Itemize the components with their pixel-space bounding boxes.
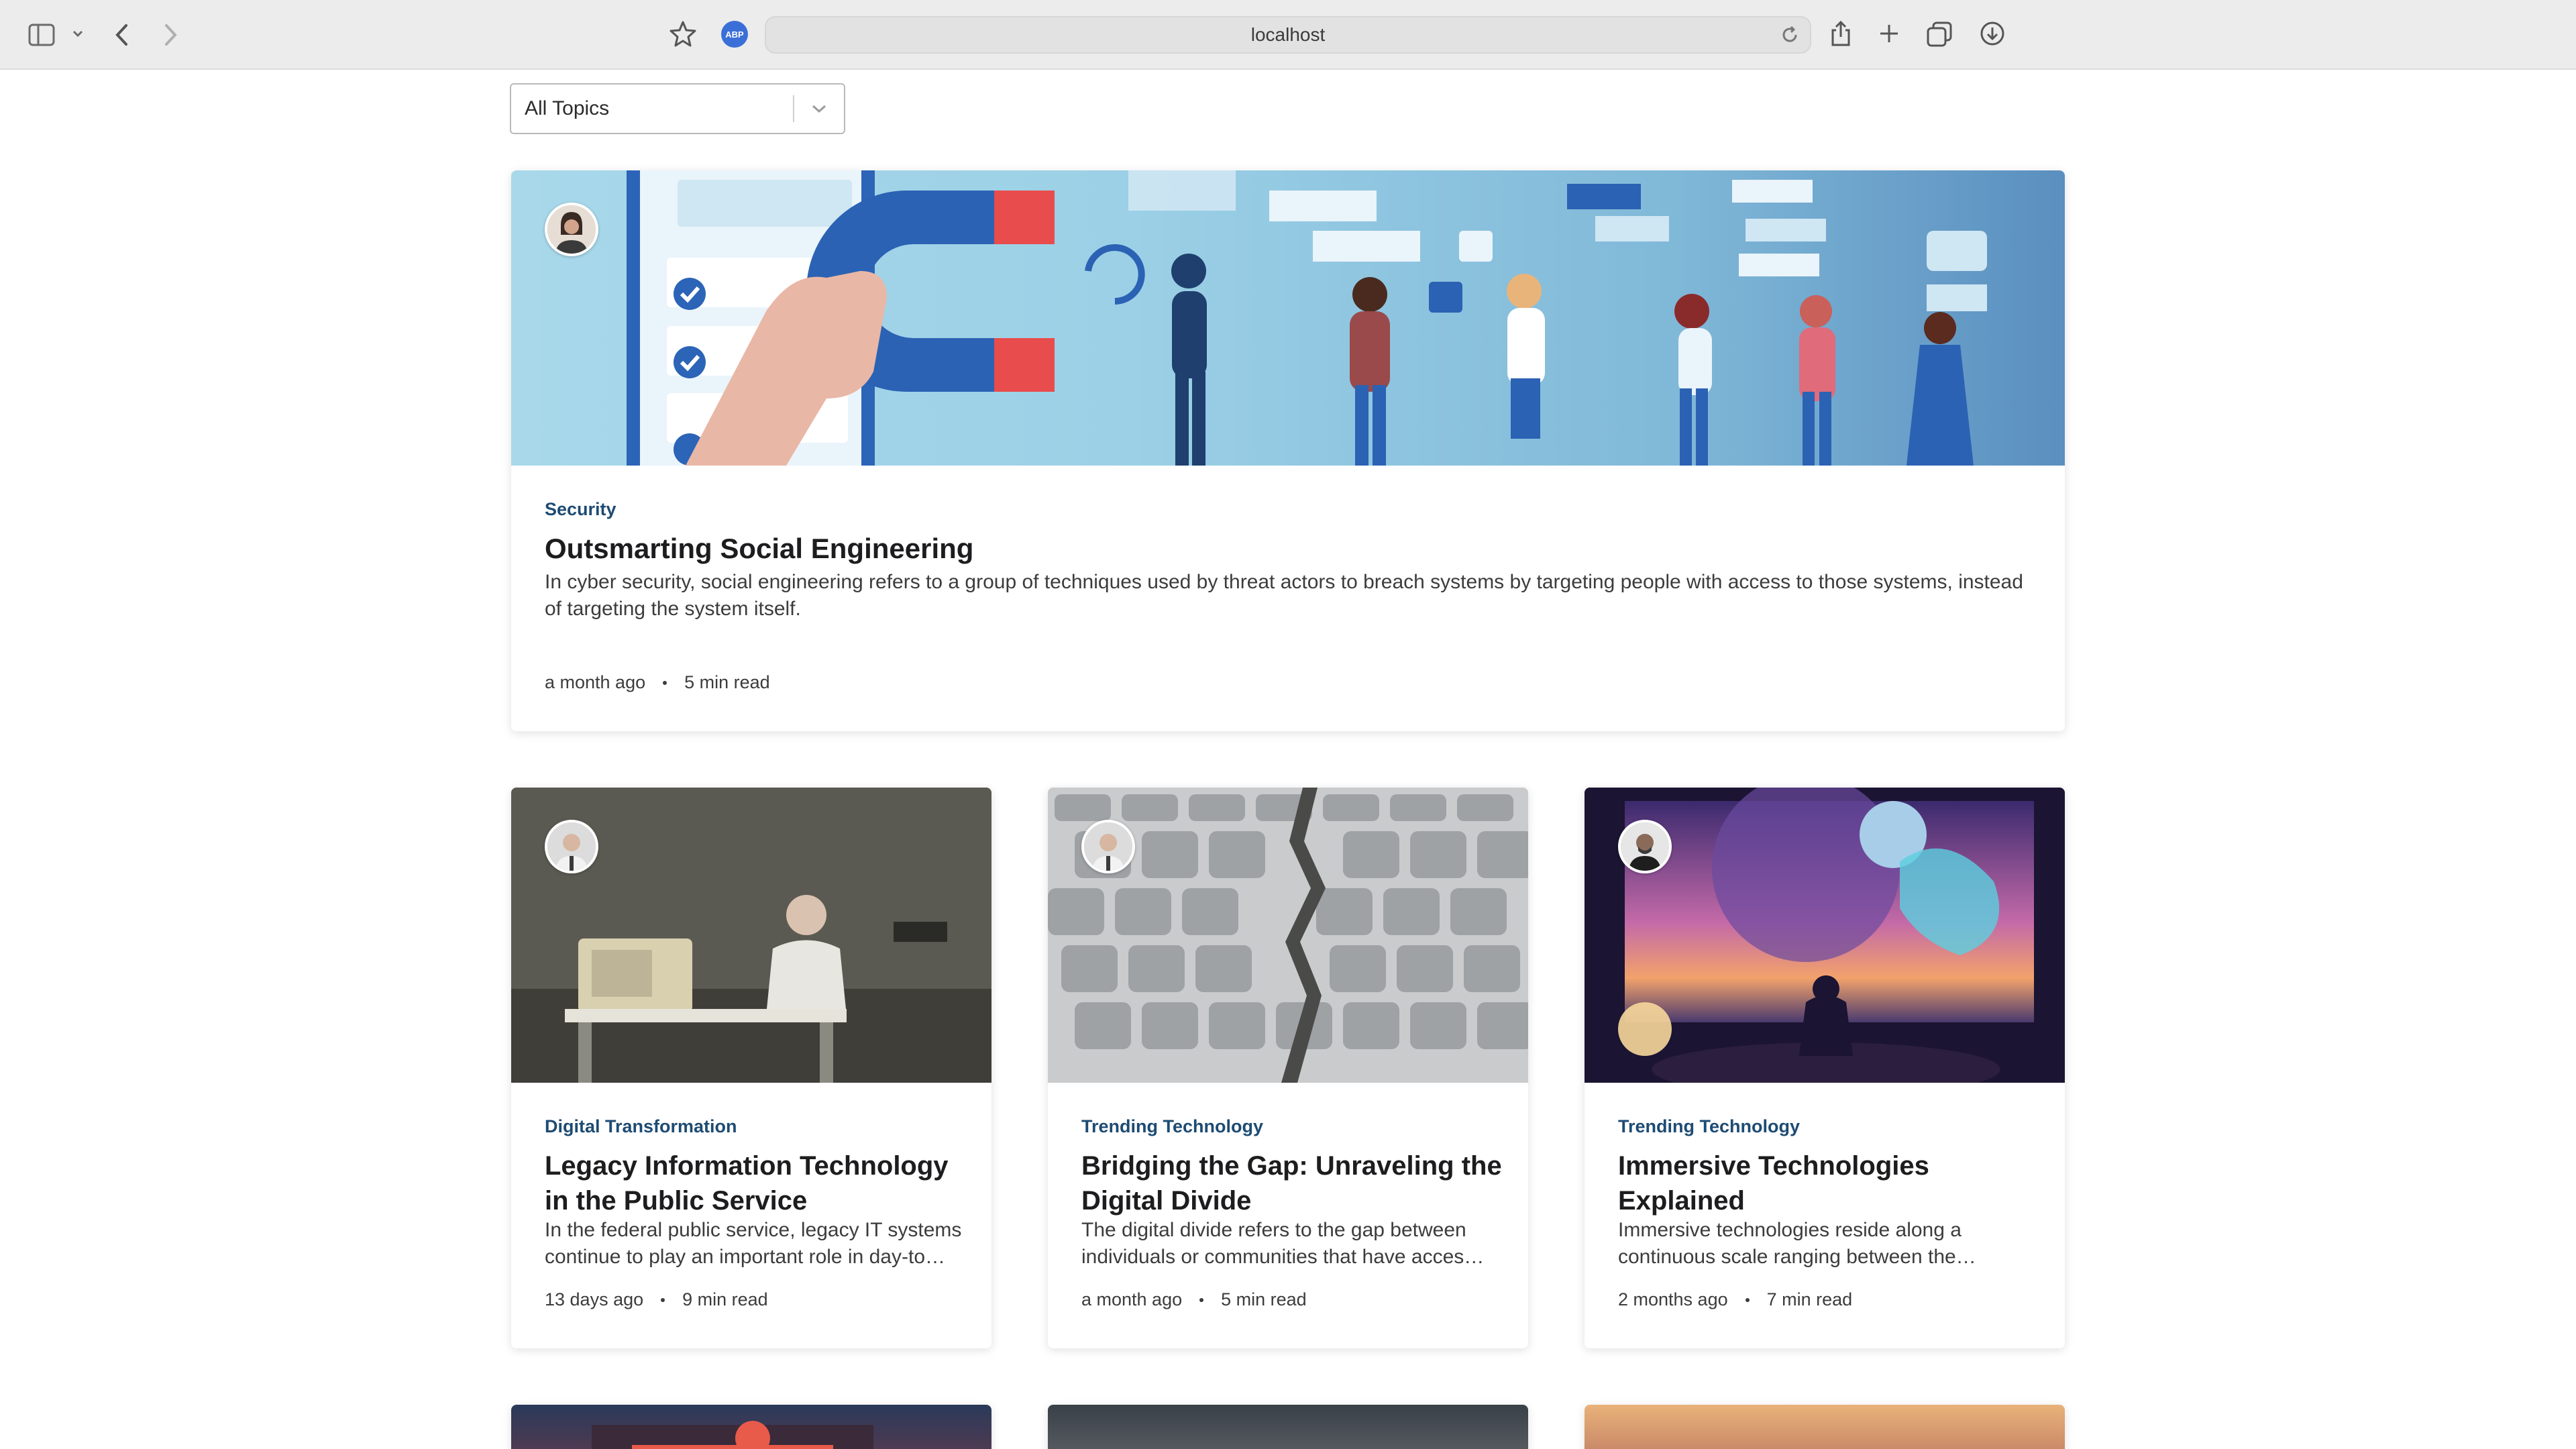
adblock-extension-icon[interactable]: ABP [721, 21, 748, 48]
article-image [511, 788, 991, 1083]
article-date: a month ago [1081, 1289, 1183, 1309]
meta-separator [663, 680, 667, 685]
featured-article-tag[interactable]: Security [545, 499, 616, 520]
topic-filter-value: All Topics [525, 97, 610, 119]
article-read-time: 9 min read [682, 1289, 768, 1309]
article-image [511, 1405, 991, 1449]
article-tag[interactable]: Trending Technology [1618, 1116, 1800, 1137]
meta-separator [661, 1297, 665, 1302]
article-excerpt: The digital divide refers to the gap bet… [1081, 1219, 1485, 1268]
article-image [1048, 788, 1528, 1083]
article-date: a month ago [545, 672, 646, 692]
sidebar-toggle-icon[interactable] [27, 21, 56, 48]
article-card[interactable]: Trending Technology Immersive Technologi… [1585, 788, 2065, 1348]
bookmark-star-icon[interactable] [668, 19, 698, 48]
chevron-down-icon[interactable] [794, 103, 844, 114]
article-image [1585, 1405, 2065, 1449]
featured-article-excerpt: In cyber security, social engineering re… [545, 571, 2023, 620]
downloads-icon[interactable] [1978, 19, 2007, 48]
back-icon[interactable] [110, 20, 134, 50]
article-tag[interactable]: Trending Technology [1081, 1116, 1263, 1137]
article-image [1048, 1405, 1528, 1449]
article-card[interactable] [1048, 1405, 1528, 1449]
article-date: 2 months ago [1618, 1289, 1728, 1309]
article-meta: 13 days ago 9 min read [545, 1289, 768, 1310]
address-bar[interactable]: localhost [765, 16, 1811, 54]
article-card[interactable] [1585, 1405, 2065, 1449]
tab-overview-icon[interactable] [1925, 20, 1953, 48]
share-icon[interactable] [1826, 19, 1856, 48]
browser-toolbar: ABP localhost [0, 0, 2576, 70]
forward-icon[interactable] [158, 20, 182, 50]
article-thumbnail [592, 1421, 873, 1449]
article-card[interactable]: Trending Technology Bridging the Gap: Un… [1048, 788, 1528, 1348]
featured-article-image [511, 170, 2065, 466]
article-card[interactable]: Digital Transformation Legacy Informatio… [511, 788, 991, 1348]
url-text: localhost [1250, 24, 1326, 45]
social-engineering-illustration [627, 170, 1987, 466]
article-title[interactable]: Bridging the Gap: Unraveling the Digital… [1081, 1148, 1504, 1218]
article-meta: a month ago 5 min read [1081, 1289, 1307, 1310]
article-card[interactable] [511, 1405, 991, 1449]
article-read-time: 5 min read [1221, 1289, 1307, 1309]
article-excerpt: Immersive technologies reside along a co… [1618, 1219, 1976, 1268]
article-title[interactable]: Immersive Technologies Explained [1618, 1148, 2041, 1218]
article-read-time: 7 min read [1766, 1289, 1853, 1309]
article-image [1585, 788, 2065, 1083]
featured-article-meta: a month ago 5 min read [545, 672, 770, 693]
featured-article-title[interactable]: Outsmarting Social Engineering [545, 531, 2021, 566]
article-date: 13 days ago [545, 1289, 644, 1309]
chevron-down-icon[interactable] [70, 25, 86, 42]
meta-separator [1745, 1297, 1750, 1302]
article-meta: 2 months ago 7 min read [1618, 1289, 1852, 1310]
meta-separator [1199, 1297, 1204, 1302]
author-avatar[interactable] [1081, 820, 1135, 873]
article-excerpt: In the federal public service, legacy IT… [545, 1219, 962, 1268]
new-tab-icon[interactable] [1876, 20, 1902, 47]
author-avatar[interactable] [545, 203, 598, 256]
article-read-time: 5 min read [684, 672, 770, 692]
author-avatar[interactable] [1618, 820, 1672, 873]
article-title[interactable]: Legacy Information Technology in the Pub… [545, 1148, 967, 1218]
featured-article-card[interactable]: Security Outsmarting Social Engineering … [511, 170, 2065, 731]
reload-icon[interactable] [1776, 21, 1803, 48]
article-tag[interactable]: Digital Transformation [545, 1116, 737, 1137]
topic-filter-select[interactable]: All Topics [510, 83, 845, 134]
author-avatar[interactable] [545, 820, 598, 873]
